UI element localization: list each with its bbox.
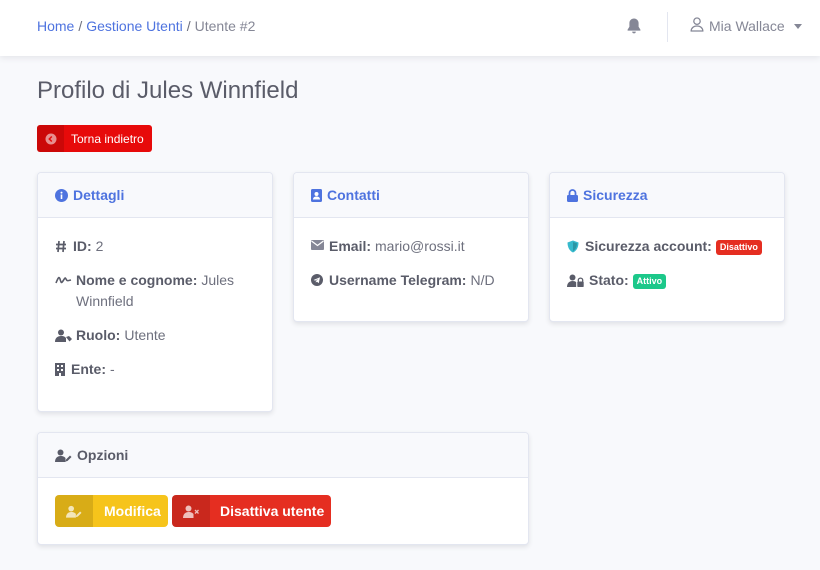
address-card-icon (311, 188, 322, 202)
account-status-badge: Disattivo (715, 239, 762, 255)
detail-ente-label: Ente: (71, 361, 106, 377)
detail-role-value: Utente (124, 327, 166, 343)
state-status-badge: Attivo (632, 273, 667, 289)
detail-role-row: Ruolo: Utente (55, 325, 255, 346)
page-title: Profilo di Jules Winnfield (37, 77, 299, 104)
security-state-label: Stato: (589, 272, 629, 288)
breadcrumb-current: Utente #2 (194, 18, 256, 34)
user-tag-icon (55, 329, 72, 342)
detail-name-label: Nome e cognome: (76, 272, 198, 288)
detail-ente-row: Ente: - (55, 359, 255, 380)
details-card: Dettagli ID: 2 Nome e cognome: Jules Winnf… (37, 172, 273, 412)
lock-icon (567, 188, 578, 202)
detail-ente-value: - (110, 361, 115, 377)
topbar: Home / Gestione Utenti / Utente #2 Mia Walla… (0, 0, 820, 56)
options-card-title: Opzioni (77, 447, 129, 463)
contacts-card-header: Contatti (294, 173, 528, 218)
edit-user-button[interactable]: Modifica (55, 495, 168, 527)
edit-user-button-label: Modifica (104, 503, 161, 519)
contact-email-row: Email: mario@rossi.it (311, 236, 511, 257)
topbar-divider (667, 12, 668, 42)
detail-name-row: Nome e cognome: Jules Winnfield (55, 270, 255, 312)
options-card: Opzioni (37, 432, 529, 545)
user-times-icon (172, 495, 210, 527)
contact-telegram-row: Username Telegram: N/D (311, 270, 511, 291)
telegram-icon (311, 274, 325, 286)
signature-icon (55, 274, 72, 286)
contact-email-label: Email: (329, 238, 372, 254)
breadcrumb-users[interactable]: Gestione Utenti (86, 18, 183, 34)
user-name: Mia Wallace (709, 18, 785, 34)
contact-telegram-value: N/D (470, 272, 495, 288)
user-edit-icon (55, 449, 72, 462)
security-state-row: Stato: Attivo (567, 270, 767, 291)
contact-telegram-label: Username Telegram: (329, 272, 467, 288)
detail-id-value: 2 (95, 238, 104, 254)
details-card-title: Dettagli (73, 187, 125, 203)
user-menu[interactable]: Mia Wallace (690, 17, 802, 35)
user-edit-icon (55, 495, 93, 527)
details-card-header: Dettagli (38, 173, 272, 218)
info-circle-icon (55, 188, 68, 202)
detail-id-label: ID: (73, 238, 92, 254)
contact-email-value[interactable]: mario@rossi.it (375, 238, 465, 254)
disable-user-button-label: Disattiva utente (220, 503, 325, 519)
security-account-row: Sicurezza account: Disattivo (567, 236, 767, 257)
security-card-header: Sicurezza (550, 173, 784, 218)
security-card-title: Sicurezza (583, 187, 648, 203)
breadcrumb-home[interactable]: Home (37, 18, 74, 34)
contacts-card-title: Contatti (327, 187, 380, 203)
security-account-label: Sicurezza account: (585, 238, 712, 254)
breadcrumb-separator: / (186, 18, 191, 34)
breadcrumb-separator: / (78, 18, 83, 34)
bell-icon[interactable] (626, 17, 642, 35)
disable-user-button[interactable]: Disattiva utente (172, 495, 331, 527)
envelope-icon (311, 240, 325, 250)
hashtag-icon (55, 240, 69, 253)
back-button[interactable]: Torna indietro (37, 125, 152, 152)
back-button-label: Torna indietro (71, 131, 144, 146)
chevron-down-icon (793, 23, 802, 29)
detail-id-row: ID: 2 (55, 236, 255, 257)
security-card: Sicurezza Sicurezza account: Disattivo St… (549, 172, 785, 322)
contacts-card: Contatti Email: mario@rossi.it Username T… (293, 172, 529, 322)
options-card-header: Opzioni (38, 433, 528, 478)
breadcrumb: Home / Gestione Utenti / Utente #2 (37, 18, 255, 34)
shield-icon (567, 240, 581, 253)
user-lock-icon (567, 274, 585, 287)
arrow-left-circle-icon (37, 125, 64, 152)
building-icon (55, 363, 67, 376)
detail-role-label: Ruolo: (76, 327, 121, 343)
user-icon (690, 17, 704, 35)
